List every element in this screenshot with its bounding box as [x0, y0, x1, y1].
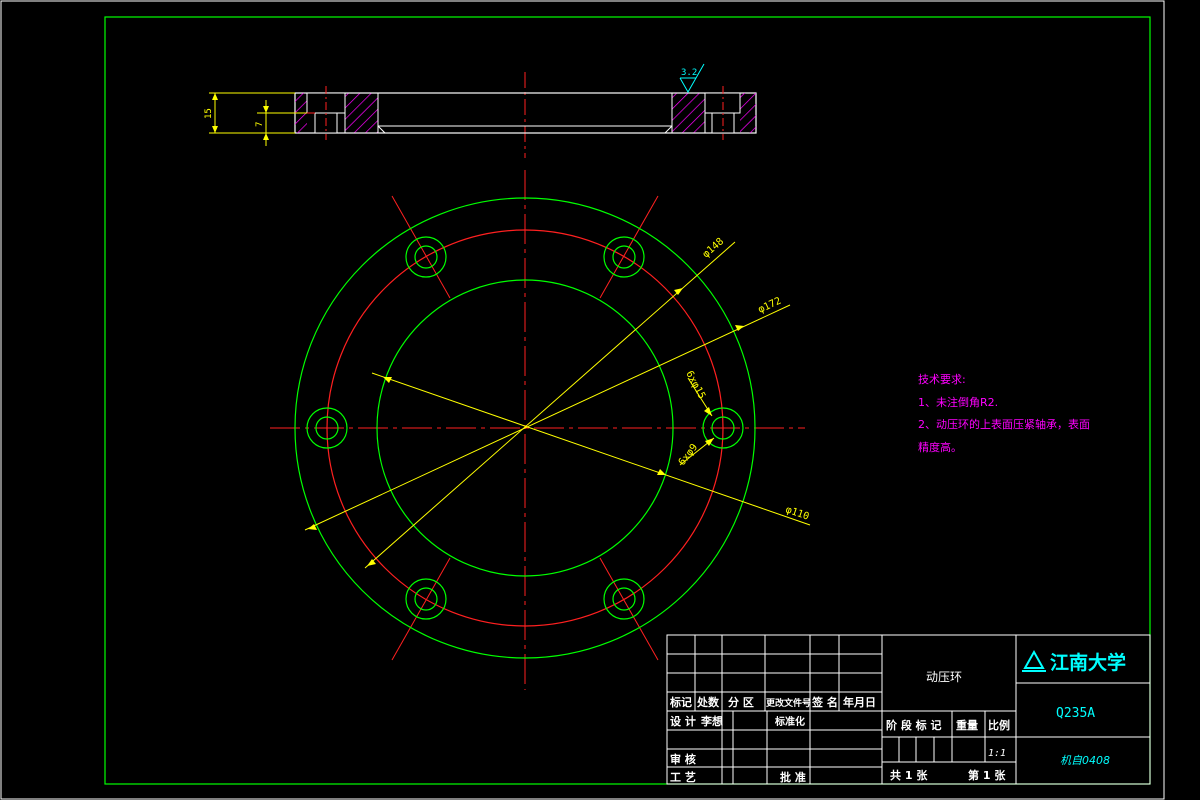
material: Q235A	[1056, 706, 1095, 721]
dim-counterbore: 6xφ15	[683, 369, 707, 401]
dim-thickness-total: 15	[204, 108, 214, 119]
drawing-number: 机自0408	[1060, 754, 1110, 767]
title-block-text: 标记 处数 分 区 更改文件号 签 名 年月日 设 计 李想 标准化 审 核 工…	[669, 649, 1126, 784]
sheet-number: 第 1 张	[968, 768, 1006, 782]
plan-view: φ148 φ172 φ110 6xφ15 6xφ9	[270, 170, 810, 690]
hdr-count: 处数	[696, 695, 720, 709]
label-process: 工 艺	[670, 770, 696, 784]
cad-drawing: 15 7 3.2 φ148 φ172 φ110 6xφ15 6xφ9 技术要求:…	[0, 0, 1165, 800]
left-hatch-b	[344, 92, 379, 134]
dim-thickness-step: 7	[255, 122, 265, 127]
dim-hole: 6xφ9	[677, 442, 701, 468]
hdr-signature: 签 名	[811, 695, 838, 709]
design-name: 李想	[700, 714, 723, 728]
roughness-value: 3.2	[681, 68, 697, 78]
dim-line-110	[371, 372, 811, 526]
label-stage-mark: 阶 段 标 记	[886, 718, 942, 732]
roughness-symbol: 3.2	[679, 63, 705, 94]
tech-line-2: 2、动压环的上表面压紧轴承，表面	[918, 417, 1090, 431]
total-sheets: 共 1 张	[890, 768, 928, 782]
part-name: 动压环	[926, 670, 962, 684]
tech-line-3: 精度高。	[918, 440, 962, 454]
right-hatch-b	[740, 93, 756, 133]
hdr-zone: 分 区	[728, 695, 754, 709]
tech-heading: 技术要求:	[918, 373, 966, 386]
section-view: 15 7 3.2	[204, 63, 757, 158]
hdr-date: 年月日	[843, 695, 876, 709]
hdr-change-doc: 更改文件号	[766, 697, 811, 709]
logo-icon	[1023, 649, 1045, 669]
label-approve: 批 准	[780, 770, 806, 784]
label-standardize: 标准化	[774, 715, 805, 728]
right-hatch	[671, 92, 706, 134]
label-weight: 重量	[956, 718, 978, 732]
hdr-mark: 标记	[669, 695, 692, 709]
logo-text: 江南大学	[1050, 651, 1126, 674]
label-design: 设 计	[670, 714, 696, 728]
label-scale: 比例	[988, 718, 1010, 732]
dim-outer-diameter: φ172	[757, 296, 783, 316]
dim-inner-diameter: φ110	[784, 504, 810, 522]
tech-line-1: 1、未注倒角R2.	[918, 395, 998, 409]
university-logo: 江南大学	[1022, 649, 1126, 674]
label-review: 审 核	[670, 752, 696, 766]
scale-value: 1:1	[988, 748, 1006, 759]
dim-bolt-circle: φ148	[701, 236, 726, 260]
tech-requirements: 技术要求: 1、未注倒角R2. 2、动压环的上表面压紧轴承，表面 精度高。	[918, 373, 1090, 454]
